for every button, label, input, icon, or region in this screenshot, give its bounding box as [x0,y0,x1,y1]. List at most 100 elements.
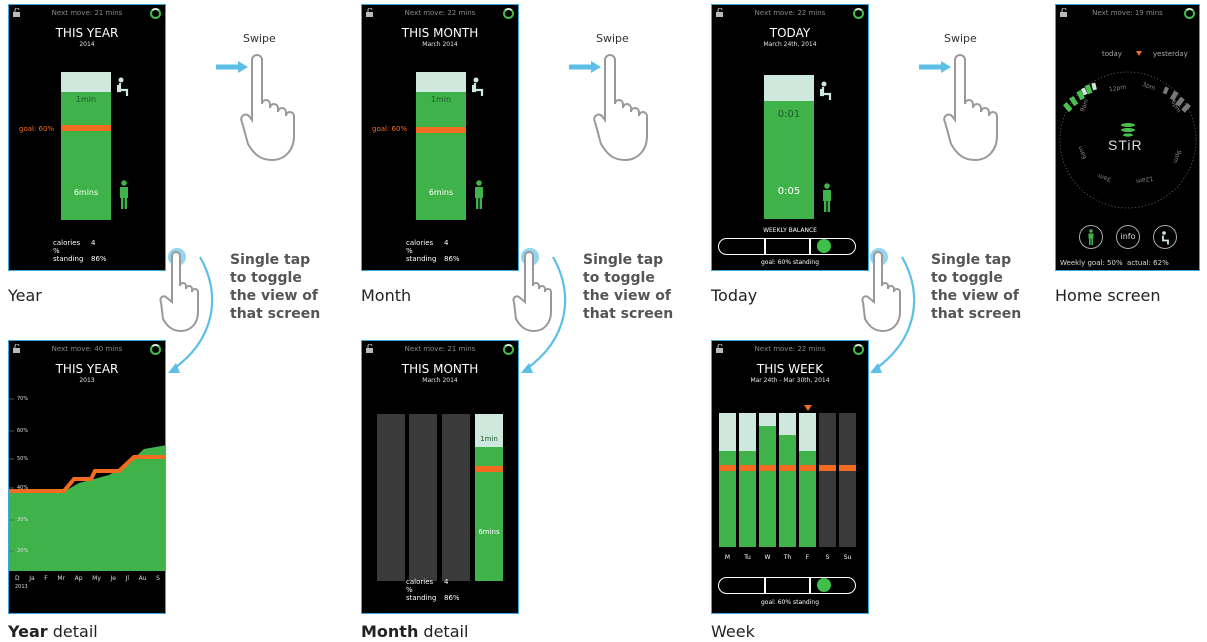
stats-block: calories 4 % standing 86% [53,239,107,263]
month-axis: D Ja F Mr Ap My Je Jl Au S [15,575,160,582]
swipe-label: Swipe [596,32,629,45]
goal-line [416,127,466,133]
y-tick: 40% [17,485,29,491]
standing-value-pct: 86% [91,255,107,263]
calories-label: calories [53,239,81,247]
year-screen[interactable]: Next move: 21 mins THIS YEAR 2014 1min g… [8,4,166,271]
today-marker-icon [804,405,812,411]
screen-title: THIS MONTH [401,26,479,40]
next-move-text: Next move: 22 mins [404,9,476,17]
screen-title: TODAY [769,26,811,40]
sitting-mode-button[interactable] [1153,225,1177,249]
y-tick: 60% [17,428,29,434]
year-area-chart [9,398,165,571]
week-bar-empty [377,414,405,581]
tap-line-2: to toggle [230,270,302,286]
month-tick: F [44,575,48,582]
y-tick: 20% [17,548,29,554]
today-screen[interactable]: Next move: 22 mins TODAY March 24th, 201… [711,4,869,271]
next-move-text: Next move: 21 mins [51,9,123,17]
standing-person-icon [823,183,831,212]
day-bar-sitting [799,413,816,451]
week-screen[interactable]: Next move: 22 mins THIS WEEK Mar 24th - … [711,340,869,614]
home-screen[interactable]: Next move: 19 mins today yesterday 12pm … [1055,4,1200,271]
caption-year: Year [8,286,42,305]
screen-title: THIS YEAR [55,362,119,376]
standing-person-icon [1088,229,1094,245]
sitting-value: 0:01 [777,109,801,120]
caption-month: Month [361,286,412,305]
progress-ring-icon [853,8,864,19]
month-detail-screen[interactable]: Next move: 21 mins THIS MONTH March 2014… [361,340,519,614]
month-tick: Mr [57,575,66,582]
standing-label: % standing [53,247,84,263]
swipe-hand-icon [593,54,648,162]
next-move-text: Next move: 22 mins [754,345,826,353]
tap-instruction: Single tap to toggle the view of that sc… [583,251,673,323]
weekly-goal-footer: Weekly goal: 50% actual: 62% [1060,259,1169,267]
tap-line-1: Single tap [230,252,311,268]
screen-subtitle: Mar 24th - Mar 30th, 2014 [750,377,830,384]
screen-title: THIS WEEK [756,362,824,376]
tap-line-1: Single tap [583,252,664,268]
swipe-hand-icon [240,54,295,162]
y-tick: 70% [17,396,29,402]
caption-year-detail: Year detail [8,622,98,641]
sitting-bar [416,72,466,92]
caption-rest: detail [418,622,469,641]
month-tick: Au [138,575,147,582]
tap-hand-icon [159,248,199,333]
tap-line-3: the view of [230,288,318,304]
tap-line-3: the view of [583,288,671,304]
caption-bold: Month [361,622,419,641]
caption-week: Week [711,622,755,641]
day-bar-sitting [759,413,776,426]
progress-ring-icon [150,8,161,19]
week-bar-empty [409,414,437,581]
swipe-label: Swipe [944,32,977,45]
goal-line [799,465,816,471]
calories-value: 4 [444,239,449,247]
stats-block: calories 4 % standing 86% [406,578,460,602]
month-tick: Ap [74,575,83,582]
screen-subtitle: March 2014 [422,41,458,48]
weekly-balance-meter [718,577,856,594]
sitting-person-icon [472,77,484,96]
tap-hand-icon [512,248,552,333]
tap-line-4: that screen [931,306,1022,322]
goal-line [839,465,856,471]
day-label: F [805,554,810,561]
screen-subtitle: 2013 [79,377,95,384]
day-bar-standing [759,426,776,547]
y-tick: 30% [17,517,29,523]
calories-label: calories [406,239,434,247]
month-screen[interactable]: Next move: 22 mins THIS MONTH March 2014… [361,4,519,271]
day-label: S [825,554,830,561]
screen-subtitle: 2014 [79,41,95,48]
goal-standing-text: goal: 60% standing [760,259,820,266]
goal-standing-text: goal: 60% standing [760,599,820,606]
calories-value: 4 [91,239,96,247]
info-button[interactable]: info [1116,225,1140,249]
calories-label: calories [406,578,434,586]
goal-label: goal: 60% [19,125,55,133]
goal-line [61,125,111,131]
caption-bold: Year [8,622,48,641]
tap-line-1: Single tap [931,252,1012,268]
year-detail-screen[interactable]: Next move: 40 mins THIS YEAR 2013 70% 60… [8,340,166,614]
standing-mode-button[interactable] [1079,225,1103,249]
standing-value: 6mins [428,188,454,197]
month-tick: My [92,575,101,582]
caption-rest: detail [47,622,98,641]
day-bar-empty [819,413,836,547]
screen-title: THIS MONTH [401,362,479,376]
caption-month-detail: Month detail [361,622,468,641]
caption-today: Today [711,286,758,305]
standing-value: 6mins [478,528,500,536]
swipe-label: Swipe [243,32,276,45]
sitting-value: 1min [75,95,97,104]
progress-ring-icon [503,8,514,19]
next-move-text: Next move: 19 mins [1092,9,1163,17]
standing-person-icon [475,180,483,209]
tap-line-3: the view of [931,288,1019,304]
